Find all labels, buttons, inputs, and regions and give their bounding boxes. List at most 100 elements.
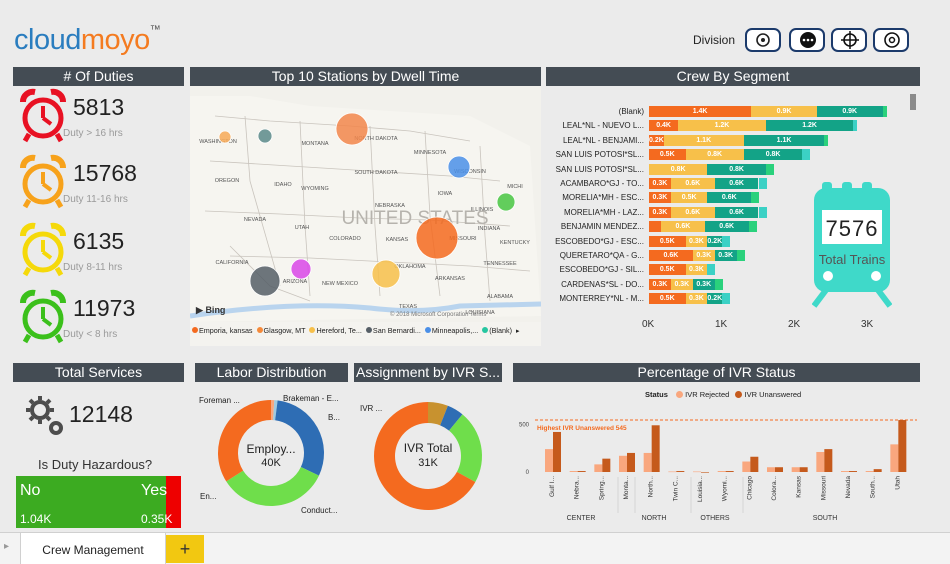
ivr-bar-rejected[interactable] xyxy=(717,471,726,472)
crew-bar-segment[interactable]: 0.3K xyxy=(692,250,715,261)
crew-bar-segment[interactable]: 0.6K xyxy=(670,178,715,189)
ivr-bar-rejected[interactable] xyxy=(545,449,553,472)
crew-bar-segment[interactable] xyxy=(649,221,661,233)
ivr-bar-unanswered[interactable] xyxy=(553,431,561,472)
crew-bar-segment[interactable]: 0.5K xyxy=(649,149,686,161)
map-legend-item[interactable]: Glasgow, MT xyxy=(256,326,305,335)
crew-bar-segment[interactable]: 0.6K xyxy=(714,206,759,218)
crew-bar-tail[interactable] xyxy=(802,149,811,161)
crew-bar-segment[interactable]: 0.3K xyxy=(685,293,708,305)
crew-bar-tail[interactable] xyxy=(758,206,767,218)
crew-bar-segment[interactable]: 0.3K xyxy=(649,278,671,290)
ivr-bar-rejected[interactable] xyxy=(890,444,899,472)
crew-bar-segment[interactable]: 0.8K xyxy=(707,163,766,175)
crew-bar-tail[interactable] xyxy=(853,120,858,132)
ivr-bar-unanswered[interactable] xyxy=(799,467,808,472)
crew-bar-segment[interactable]: 0.6K xyxy=(649,250,693,261)
crew-bar-segment[interactable]: 0.4K xyxy=(649,120,679,132)
ivr-bar-rejected[interactable] xyxy=(569,471,578,472)
station-bubble[interactable] xyxy=(371,259,401,289)
crew-bar-tail[interactable] xyxy=(722,235,730,247)
ivr-bar-rejected[interactable] xyxy=(594,464,603,472)
ivr-bar-rejected[interactable] xyxy=(865,471,874,472)
ivr-bar-unanswered[interactable] xyxy=(602,458,611,472)
crew-bar-tail[interactable] xyxy=(748,221,757,233)
us-map[interactable]: WASHINGTON MONTANANORTH DAKOTAMINNESOTAOR… xyxy=(190,86,541,322)
ivr-bar-rejected[interactable] xyxy=(668,471,677,473)
station-bubble[interactable] xyxy=(496,192,516,212)
crew-bar-segment[interactable]: 0.9K xyxy=(816,106,883,117)
crew-bar-segment[interactable]: 0.2K xyxy=(649,134,664,146)
station-bubble[interactable] xyxy=(257,128,273,144)
crew-scrollbar[interactable] xyxy=(910,94,916,110)
crew-bar-segment[interactable]: 0.6K xyxy=(707,192,752,204)
map-legend-more-icon[interactable]: ▸ xyxy=(516,326,520,335)
crew-bar-segment[interactable]: 1.2K xyxy=(765,120,854,132)
crew-bar-segment[interactable]: 0.3K xyxy=(649,206,671,218)
crew-bar-segment[interactable]: 0.2K xyxy=(707,293,722,305)
map-legend-item[interactable]: Emporia, kansas xyxy=(192,326,253,335)
crew-bar-segment[interactable]: 0.3K xyxy=(692,278,715,290)
ivr-bar-unanswered[interactable] xyxy=(577,471,586,472)
ivr-bar-unanswered[interactable] xyxy=(898,420,907,472)
crew-bar-tail[interactable] xyxy=(751,192,760,204)
ivr-bar-unanswered[interactable] xyxy=(775,467,783,472)
crew-bar-tail[interactable] xyxy=(707,264,716,276)
crew-bar-segment[interactable]: 0.5K xyxy=(649,293,686,305)
division-location-button[interactable] xyxy=(745,28,781,52)
ivr-bar-unanswered[interactable] xyxy=(725,471,734,472)
tab-nav-prev-icon[interactable]: ▸ xyxy=(4,541,9,552)
donut-segment[interactable] xyxy=(218,400,271,482)
map-legend-item[interactable]: Minneapolis,... xyxy=(424,326,478,335)
map-legend-item[interactable]: (Blank) xyxy=(482,326,512,335)
crew-bar-segment[interactable]: 0.8K xyxy=(685,149,744,161)
crew-bar-segment[interactable]: 0.5K xyxy=(649,235,686,247)
map-legend-item[interactable]: Hereford, Te... xyxy=(309,326,362,335)
map-legend-item[interactable]: San Bernardi... xyxy=(365,326,421,335)
crew-bar-segment[interactable]: 0.6K xyxy=(661,221,705,233)
map-panel[interactable]: WASHINGTON MONTANA NORTH DAKOTA MINNESOTA OR… xyxy=(190,86,541,346)
ivr-bar-unanswered[interactable] xyxy=(824,449,833,472)
station-bubble[interactable] xyxy=(218,130,232,144)
ivr-bar-rejected[interactable] xyxy=(841,471,849,472)
ivr-status-chart[interactable]: 500 0 Highest IVR Unanswered 545 Gulf I... N… xyxy=(513,382,920,528)
crew-bar-segment[interactable]: 0.3K xyxy=(685,264,708,276)
crew-bar-segment[interactable]: 0.6K xyxy=(670,206,715,218)
crew-bar-segment[interactable]: 1.2K xyxy=(678,120,766,132)
crew-bar-tail[interactable] xyxy=(736,250,745,261)
crew-bar-segment[interactable]: 0.2K xyxy=(707,235,722,247)
crew-bar-segment[interactable]: 0.6K xyxy=(714,178,759,189)
crew-bar-segment[interactable]: 1.1K xyxy=(743,134,825,146)
crew-bar-segment[interactable]: 0.3K xyxy=(685,235,708,247)
donut-segment[interactable] xyxy=(226,467,319,506)
ivr-bar-unanswered[interactable] xyxy=(701,472,709,473)
ivr-bar-unanswered[interactable] xyxy=(627,452,635,472)
crew-bar-segment[interactable]: 0.3K xyxy=(649,178,671,189)
crew-bar-segment[interactable]: 0.5K xyxy=(670,192,708,204)
crew-bar-tail[interactable] xyxy=(722,293,730,305)
ivr-bar-rejected[interactable] xyxy=(791,467,800,472)
ivr-bar-unanswered[interactable] xyxy=(873,469,882,472)
crew-bar-tail[interactable] xyxy=(758,178,767,189)
crew-bar-tail[interactable] xyxy=(714,278,723,290)
ivr-bar-rejected[interactable] xyxy=(643,452,652,472)
crew-bar-segment[interactable]: 0.8K xyxy=(743,149,803,161)
crew-bar-tail[interactable] xyxy=(765,163,774,175)
crew-bar-segment[interactable]: 0.5K xyxy=(649,264,686,276)
division-target-button[interactable] xyxy=(831,28,867,52)
crew-bar-tail[interactable] xyxy=(882,106,887,117)
ivr-bar-unanswered[interactable] xyxy=(849,471,857,472)
crew-bar-segment[interactable]: 0.6K xyxy=(704,221,749,233)
crew-bar-segment[interactable]: 0.3K xyxy=(714,250,737,261)
ivr-bar-rejected[interactable] xyxy=(816,451,825,472)
ivr-bar-unanswered[interactable] xyxy=(750,456,759,472)
division-more-button[interactable] xyxy=(789,28,825,52)
station-bubble[interactable] xyxy=(415,216,459,260)
crew-bar-segment[interactable]: 0.3K xyxy=(649,192,671,204)
ivr-bar-unanswered[interactable] xyxy=(676,471,685,472)
crew-bar-segment[interactable]: 0.9K xyxy=(751,106,817,117)
crew-bar-tail[interactable] xyxy=(824,134,829,146)
hazardous-yes-tile[interactable]: Yes 0.35K xyxy=(141,476,181,528)
crew-bar-segment[interactable]: 1.4K xyxy=(649,106,752,117)
crew-bar-segment[interactable]: 1.1K xyxy=(663,134,744,146)
